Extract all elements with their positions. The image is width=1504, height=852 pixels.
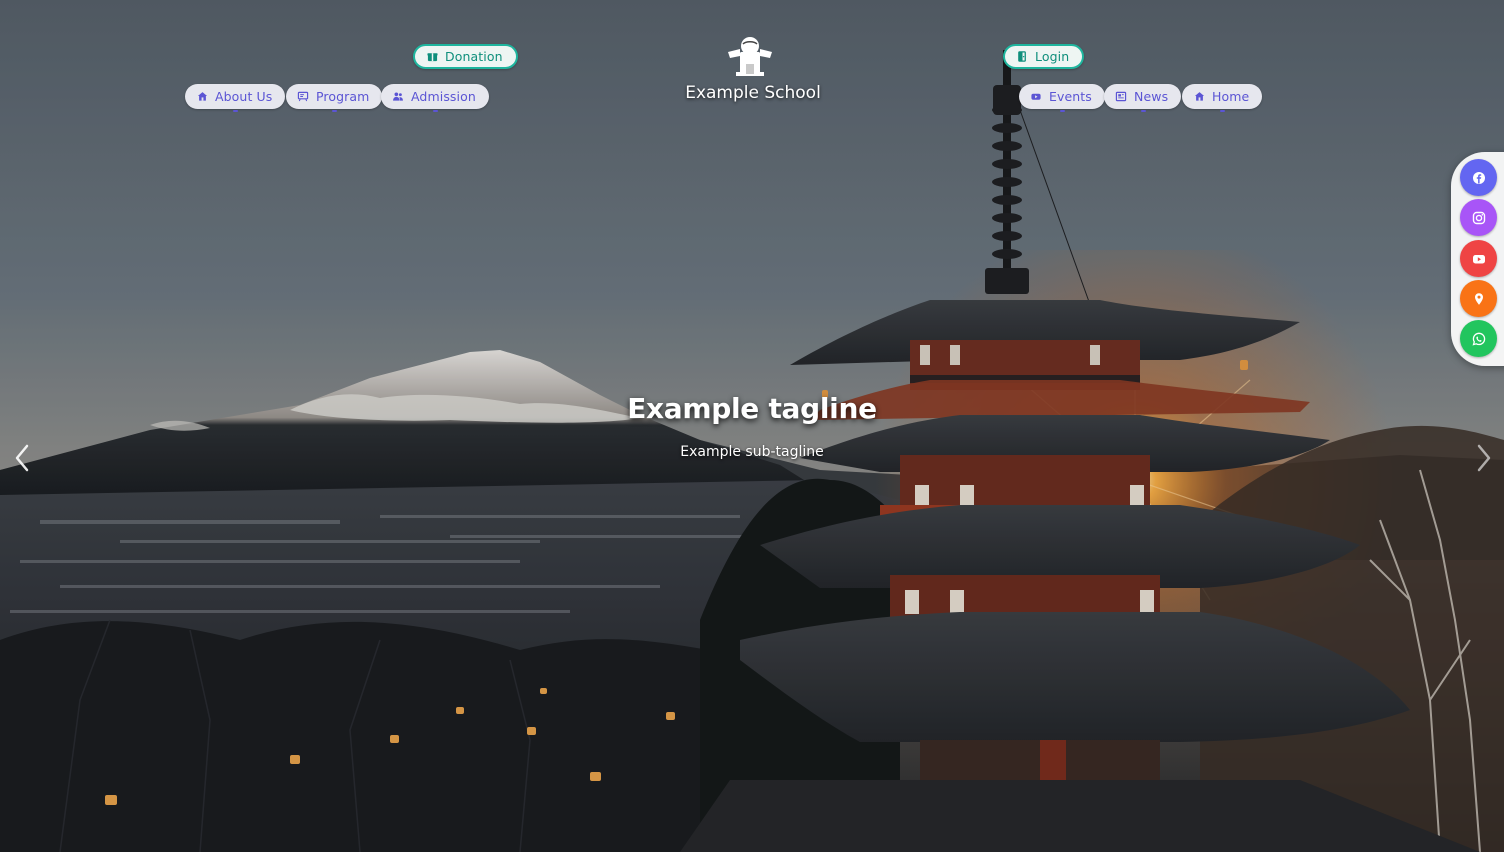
nav-news[interactable]: News (1104, 84, 1182, 112)
whatsapp-button[interactable] (1460, 320, 1497, 357)
facebook-icon (1472, 171, 1485, 184)
whatsapp-icon (1472, 332, 1485, 346)
nav-about-us-label: About Us (215, 89, 273, 104)
brand-name[interactable]: Example School (670, 83, 836, 103)
carousel-next-button[interactable] (1472, 442, 1496, 474)
facebook-button[interactable] (1460, 159, 1497, 196)
door-icon (1016, 51, 1028, 63)
chevron-right-icon (1477, 444, 1491, 472)
nav-events-label: Events (1049, 89, 1092, 104)
nav-admission[interactable]: Admission (381, 84, 489, 112)
carousel-prev-button[interactable] (10, 442, 34, 474)
instagram-icon (1472, 211, 1485, 224)
home-icon (196, 91, 208, 103)
instagram-button[interactable] (1460, 199, 1497, 236)
youtube-icon (1472, 254, 1485, 263)
nav-admission-label: Admission (411, 89, 476, 104)
location-pin-icon (1474, 292, 1483, 305)
nav-program[interactable]: Program (286, 84, 383, 112)
school-logo-icon[interactable] (722, 36, 778, 80)
gift-icon (426, 51, 438, 63)
users-icon (392, 91, 404, 103)
donation-label: Donation (445, 49, 503, 64)
login-label: Login (1035, 49, 1070, 64)
nav-events[interactable]: Events (1019, 84, 1105, 112)
board-icon (297, 91, 309, 103)
chevron-left-icon (15, 444, 29, 472)
youtube-button[interactable] (1460, 240, 1497, 277)
hero-subtagline: Example sub-tagline (680, 444, 824, 460)
hero-tagline: Example tagline (627, 392, 877, 425)
home-icon (1193, 91, 1205, 103)
nav-home-label: Home (1212, 89, 1250, 104)
newspaper-icon (1115, 91, 1127, 103)
hero-background (0, 0, 1504, 852)
nav-program-label: Program (316, 89, 370, 104)
hero-background-image (0, 0, 1504, 852)
nav-home[interactable]: Home (1182, 84, 1263, 112)
login-button[interactable]: Login (1003, 44, 1085, 69)
location-button[interactable] (1460, 280, 1497, 317)
video-icon (1030, 91, 1042, 103)
donation-button[interactable]: Donation (413, 44, 518, 69)
nav-news-label: News (1134, 89, 1169, 104)
nav-about-us[interactable]: About Us (185, 84, 286, 112)
